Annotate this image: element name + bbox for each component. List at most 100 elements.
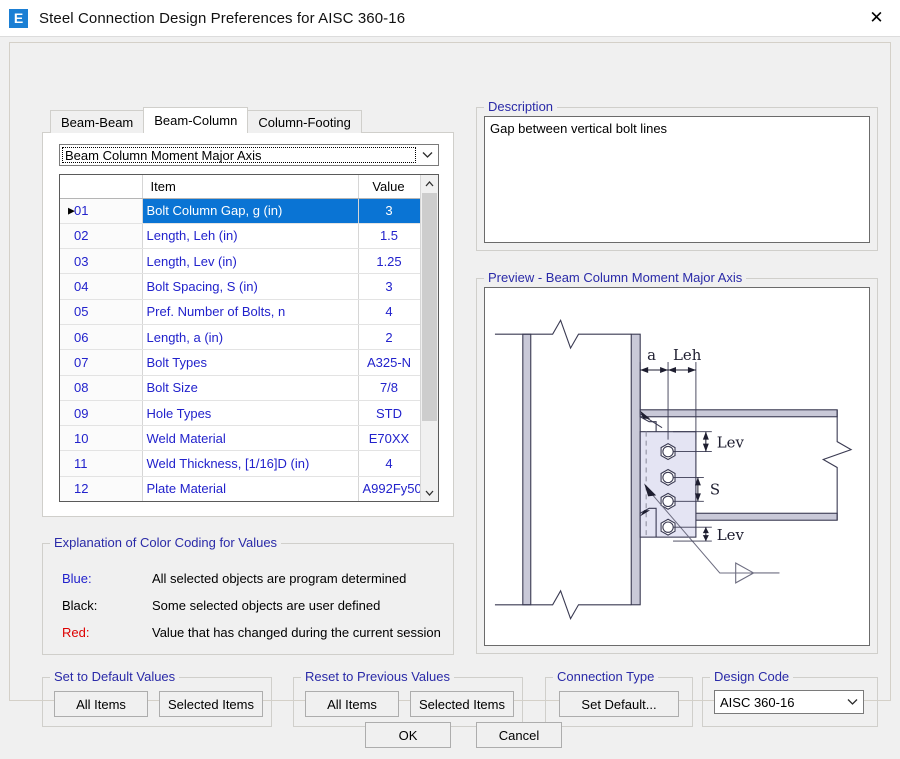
row-number-label: 09 (74, 406, 88, 421)
value-cell[interactable]: 1.5 (358, 223, 420, 248)
item-cell[interactable]: Hole Types (142, 400, 358, 425)
row-number-label: 11 (74, 456, 88, 471)
title-bar: E Steel Connection Design Preferences fo… (0, 0, 900, 37)
table-row[interactable]: 10Weld MaterialE70XX (60, 426, 420, 451)
table-row[interactable]: 06 Length, a (in)2 (60, 324, 420, 349)
row-number-label: 06 (74, 330, 88, 345)
item-cell[interactable]: Bolt Size (142, 375, 358, 400)
row-number-label: 04 (74, 279, 88, 294)
item-cell[interactable]: Weld Material (142, 426, 358, 451)
connection-detail-drawing: a Leh Lev S Lev (485, 288, 869, 645)
preferences-table[interactable]: Item Value ▶01Bolt Column Gap, g (in)302… (59, 174, 439, 502)
value-cell[interactable]: 1.25 (358, 249, 420, 274)
table-row[interactable]: 12 Plate MaterialA992Fy50 (60, 476, 420, 501)
preferences-grid: Item Value ▶01Bolt Column Gap, g (in)302… (60, 175, 421, 502)
legend-key-red: Red: (62, 625, 158, 640)
table-header-row: Item Value (60, 175, 420, 198)
connection-type-select[interactable]: Beam Column Moment Major Axis (59, 144, 439, 166)
row-number-cell[interactable]: 06 (60, 324, 142, 349)
table-row[interactable]: 04 Bolt Spacing, S (in)3 (60, 274, 420, 299)
item-cell[interactable]: Bolt Types (142, 350, 358, 375)
preview-group: Preview - Beam Column Moment Major Axis (476, 270, 878, 654)
table-row[interactable]: 02 Length, Leh (in)1.5 (60, 223, 420, 248)
value-cell[interactable]: 3 (358, 198, 420, 223)
table-scrollbar[interactable] (420, 175, 438, 501)
row-number-cell[interactable]: 02 (60, 223, 142, 248)
row-number-cell[interactable]: ▶01 (60, 198, 142, 223)
value-cell[interactable]: 4 (358, 299, 420, 324)
tab-beam-column[interactable]: Beam-Column (143, 107, 248, 133)
value-cell[interactable]: A325-N (358, 350, 420, 375)
row-number-label: 08 (74, 380, 88, 395)
row-number-cell[interactable]: 11 (60, 451, 142, 476)
value-cell[interactable]: 2 (358, 324, 420, 349)
row-number-cell[interactable]: 10 (60, 426, 142, 451)
row-number-cell[interactable]: 07 (60, 350, 142, 375)
dim-label-s: S (710, 480, 720, 498)
table-row[interactable]: 07Bolt TypesA325-N (60, 350, 420, 375)
value-cell[interactable]: 4 (358, 451, 420, 476)
chevron-down-icon[interactable] (417, 145, 438, 165)
row-number-label: 03 (74, 254, 88, 269)
row-number-cell[interactable]: 04 (60, 274, 142, 299)
row-number-cell[interactable]: 09 (60, 400, 142, 425)
item-cell[interactable]: Bolt Spacing, S (in) (142, 274, 358, 299)
dim-label-leh: Leh (673, 346, 702, 364)
legend-desc-blue: All selected objects are program determi… (152, 571, 406, 586)
value-cell[interactable]: A992Fy50 (358, 476, 420, 501)
scroll-up-icon[interactable] (421, 175, 438, 192)
row-number-cell[interactable]: 03 (60, 249, 142, 274)
row-number-label: 01 (74, 203, 88, 218)
row-number-cell[interactable]: 08 (60, 375, 142, 400)
value-cell[interactable]: E70XX (358, 426, 420, 451)
table-row[interactable]: 11 Weld Thickness, [1/16]D (in)4 (60, 451, 420, 476)
preview-drawing: a Leh Lev S Lev (484, 287, 870, 646)
item-cell[interactable]: Plate Material (142, 476, 358, 501)
tab-column-footing[interactable]: Column-Footing (247, 110, 362, 133)
item-cell[interactable]: Length, Lev (in) (142, 249, 358, 274)
item-cell[interactable]: Length, Leh (in) (142, 223, 358, 248)
description-title: Description (484, 99, 557, 114)
tab-beam-beam[interactable]: Beam-Beam (50, 110, 144, 133)
row-number-cell[interactable]: 05 (60, 299, 142, 324)
row-number-label: 12 (74, 481, 88, 496)
tab-panel-beam-column: Beam Column Moment Major Axis Item V (42, 132, 454, 517)
table-row[interactable]: 03 Length, Lev (in)1.25 (60, 249, 420, 274)
dim-label-lev-bottom: Lev (717, 526, 745, 544)
design-code-value: AISC 360-16 (715, 695, 794, 710)
scroll-down-icon[interactable] (421, 484, 438, 501)
row-selection-arrow-icon: ▶ (68, 205, 75, 216)
scrollbar-thumb[interactable] (422, 193, 437, 421)
connection-type-title: Connection Type (553, 669, 658, 684)
legend-desc-red: Value that has changed during the curren… (152, 625, 441, 640)
cancel-button[interactable]: Cancel (476, 722, 562, 748)
description-group: Description Gap between vertical bolt li… (476, 99, 878, 251)
table-row[interactable]: ▶01Bolt Column Gap, g (in)3 (60, 198, 420, 223)
column-header-number[interactable] (60, 175, 142, 198)
dialog-footer: OK Cancel (0, 705, 900, 759)
tabs-region: Beam-Beam Beam-Column Column-Footing Bea… (42, 107, 454, 517)
column-header-item[interactable]: Item (142, 175, 358, 198)
item-cell[interactable]: Bolt Column Gap, g (in) (142, 198, 358, 223)
item-cell[interactable]: Weld Thickness, [1/16]D (in) (142, 451, 358, 476)
row-number-cell[interactable]: 12 (60, 476, 142, 501)
row-number-label: 02 (74, 228, 88, 243)
item-cell[interactable]: Pref. Number of Bolts, n (142, 299, 358, 324)
table-row[interactable]: 08 Bolt Size7/8 (60, 375, 420, 400)
legend-key-blue: Blue: (62, 571, 158, 586)
column-header-value[interactable]: Value (358, 175, 420, 198)
value-cell[interactable]: STD (358, 400, 420, 425)
table-row[interactable]: 05Pref. Number of Bolts, n4 (60, 299, 420, 324)
ok-button[interactable]: OK (365, 722, 451, 748)
close-icon[interactable]: ✕ (853, 0, 900, 36)
table-row[interactable]: 09 Hole TypesSTD (60, 400, 420, 425)
preview-title: Preview - Beam Column Moment Major Axis (484, 270, 746, 285)
dialog-body: Beam-Beam Beam-Column Column-Footing Bea… (0, 37, 900, 759)
value-cell[interactable]: 7/8 (358, 375, 420, 400)
window-title: Steel Connection Design Preferences for … (39, 10, 405, 27)
value-cell[interactable]: 3 (358, 274, 420, 299)
item-cell[interactable]: Length, a (in) (142, 324, 358, 349)
set-default-title: Set to Default Values (50, 669, 179, 684)
etabs-e-icon: E (9, 9, 28, 28)
tab-strip: Beam-Beam Beam-Column Column-Footing (50, 107, 361, 133)
